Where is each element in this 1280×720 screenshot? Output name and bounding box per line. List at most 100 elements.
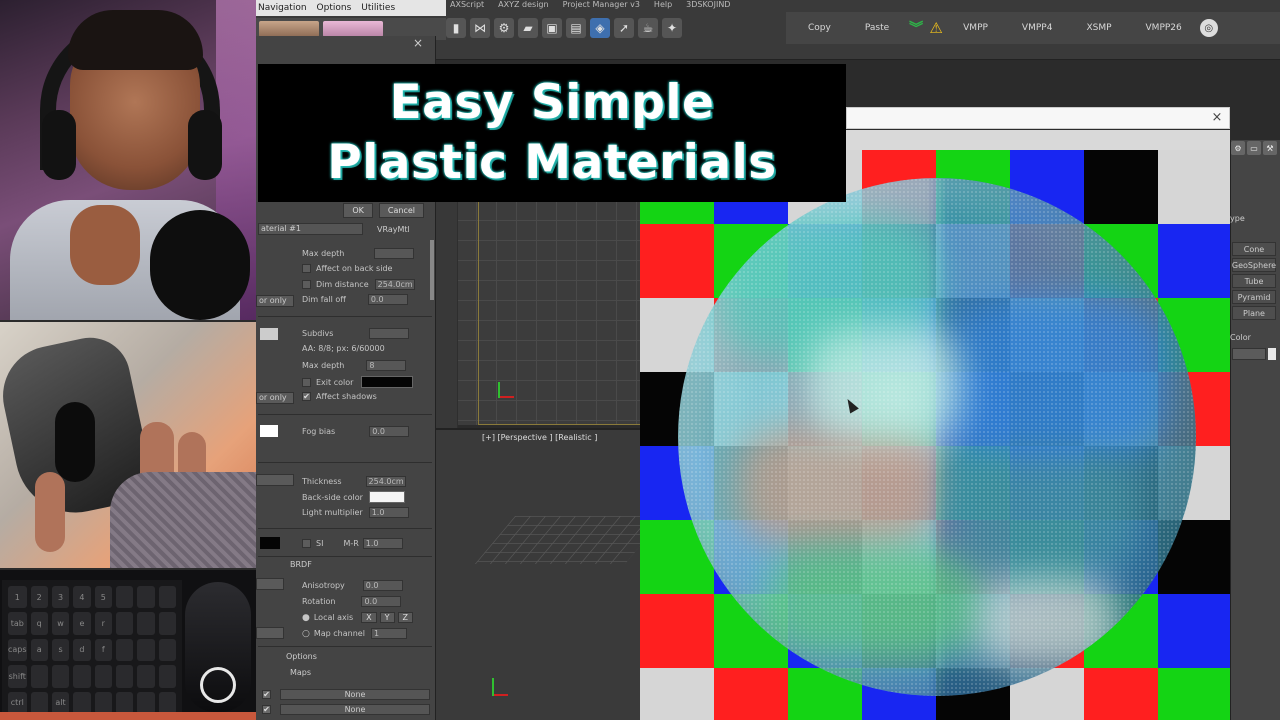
checker-tile: [1084, 668, 1158, 720]
maps-rollout[interactable]: Maps: [290, 668, 311, 677]
settings-icon[interactable]: ⚙: [1231, 141, 1245, 155]
map-slot-row: ✔ None: [262, 688, 430, 700]
refraction-mode-dropdown[interactable]: or only: [256, 392, 294, 404]
radio-map-channel-icon[interactable]: ○: [302, 629, 310, 639]
merge-icon[interactable]: ⋈: [470, 18, 490, 38]
menu-axyz[interactable]: AXYZ design: [498, 0, 548, 10]
reflection-mode-dropdown[interactable]: or only: [256, 295, 294, 307]
brdf-glossy-dropdown[interactable]: [256, 627, 284, 639]
object-name-field[interactable]: [1232, 348, 1266, 360]
menu-navigation[interactable]: Navigation: [258, 3, 307, 13]
utilities-icon[interactable]: ⚒: [1263, 141, 1277, 155]
create-cone-button[interactable]: Cone: [1232, 242, 1276, 256]
exit-color-checkbox[interactable]: [302, 377, 311, 387]
copy-button[interactable]: Copy: [792, 17, 847, 39]
map-slot-button[interactable]: None: [280, 688, 430, 700]
design-icon[interactable]: ⚙: [494, 18, 514, 38]
vmpp26-button[interactable]: VMPP26: [1130, 17, 1198, 39]
wand-icon[interactable]: ✦: [662, 18, 682, 38]
map-enable-checkbox[interactable]: ✔: [262, 689, 271, 699]
mr-spinner[interactable]: 1.0: [362, 538, 403, 549]
light-mult-spinner[interactable]: 1.0: [368, 507, 409, 518]
render-icon[interactable]: ◎: [1199, 19, 1218, 37]
refr-max-depth-spinner[interactable]: 8: [366, 360, 407, 371]
dim-distance-spinner[interactable]: 254.0cm: [374, 279, 415, 290]
keyboard-key: 3: [51, 586, 70, 609]
refl-max-depth-spinner[interactable]: [374, 248, 415, 259]
map-enable-checkbox[interactable]: ✔: [262, 704, 271, 714]
si-color-swatch[interactable]: [260, 537, 280, 549]
display-icon[interactable]: ▤: [566, 18, 586, 38]
xsmp-button[interactable]: XSMP: [1070, 17, 1127, 39]
render-frame-canvas[interactable]: [640, 130, 1230, 720]
headphone-right-cup: [188, 110, 222, 180]
script-icon[interactable]: ▮: [446, 18, 466, 38]
create-pyramid-button[interactable]: Pyramid: [1232, 290, 1276, 304]
folder-icon[interactable]: ▰: [518, 18, 538, 38]
image-icon[interactable]: ▣: [542, 18, 562, 38]
create-tube-button[interactable]: Tube: [1232, 274, 1276, 288]
chevron-down-icon[interactable]: ︾: [907, 19, 925, 37]
sample-slot[interactable]: [259, 21, 319, 37]
material-type-button[interactable]: VRayMtl: [367, 225, 410, 234]
menu-options[interactable]: Options: [317, 3, 352, 13]
material-name-row: aterial #1 VRayMtl: [256, 222, 436, 236]
object-color-swatch[interactable]: [1268, 348, 1276, 360]
render-window-titlebar[interactable]: [846, 107, 1230, 129]
radio-local-axis-icon[interactable]: ●: [302, 613, 310, 623]
exit-color-swatch[interactable]: [361, 376, 414, 388]
axis-y-button[interactable]: Y: [379, 612, 395, 623]
ok-button[interactable]: OK: [343, 202, 373, 218]
fog-color-swatch[interactable]: [260, 425, 278, 437]
panel-scrollbar[interactable]: [430, 240, 434, 300]
options-rollout[interactable]: Options: [286, 652, 317, 661]
axis-x-button[interactable]: X: [361, 612, 377, 623]
keyboard: 1 2 3 4 5 tab q w e r caps a s d f shift ctrl alt: [2, 580, 182, 720]
menu-help[interactable]: Help: [654, 0, 672, 10]
affect-back-checkbox[interactable]: [302, 264, 311, 273]
dim-distance-checkbox[interactable]: [302, 280, 311, 289]
cube-icon[interactable]: ◈: [590, 18, 610, 38]
brdf-header[interactable]: BRDF: [290, 560, 312, 569]
create-geosphere-button[interactable]: GeoSphere: [1232, 258, 1276, 272]
rotation-spinner[interactable]: 0.0: [361, 596, 402, 607]
dim-falloff-spinner[interactable]: 0.0: [367, 294, 408, 305]
close-icon[interactable]: ×: [1210, 110, 1224, 125]
display-icon[interactable]: ▭: [1247, 141, 1261, 155]
warning-icon[interactable]: ⚠: [927, 19, 945, 37]
axis-z-button[interactable]: Z: [397, 612, 414, 623]
vmpp4-button[interactable]: VMPP4: [1006, 17, 1069, 39]
si-checkbox[interactable]: [302, 539, 311, 548]
fog-bias-spinner[interactable]: 0.0: [369, 426, 410, 437]
affect-shadows-checkbox[interactable]: ✔: [302, 392, 311, 401]
material-name-field[interactable]: aterial #1: [258, 223, 363, 235]
thickness-spinner[interactable]: 254.0cm: [365, 476, 406, 487]
brdf-type-dropdown[interactable]: [256, 578, 284, 590]
paste-button[interactable]: Paste: [849, 17, 905, 39]
menu-3dsko[interactable]: 3DSKOJIND: [686, 0, 730, 10]
kettle-icon[interactable]: ☕: [638, 18, 658, 38]
refr-max-depth-row: Max depth 8: [302, 360, 407, 371]
map-slot-button[interactable]: None: [280, 703, 430, 715]
refraction-swatch[interactable]: [260, 328, 278, 340]
checker-tile: [640, 224, 714, 298]
cancel-button[interactable]: Cancel: [378, 202, 424, 218]
perspective-viewport-label[interactable]: [+] [Perspective ] [Realistic ]: [482, 433, 597, 442]
keyboard-key: [115, 691, 134, 714]
menu-utilities[interactable]: Utilities: [361, 3, 395, 13]
divider: [258, 414, 432, 415]
arrow-icon[interactable]: ➚: [614, 18, 634, 38]
sample-slot[interactable]: [323, 21, 383, 37]
subdivs-spinner[interactable]: [369, 328, 410, 339]
translucency-dropdown[interactable]: [256, 474, 294, 486]
create-plane-button[interactable]: Plane: [1232, 306, 1276, 320]
anisotropy-spinner[interactable]: 0.0: [362, 580, 403, 591]
menu-axscript[interactable]: AXScript: [450, 0, 484, 10]
backside-color-swatch[interactable]: [368, 491, 405, 503]
vmpp-button[interactable]: VMPP: [947, 17, 1004, 39]
menu-project-manager[interactable]: Project Manager v3: [563, 0, 640, 10]
perspective-viewport[interactable]: [436, 428, 640, 720]
map-channel-spinner[interactable]: 1: [370, 628, 407, 639]
mouse-logo-ring: [200, 667, 236, 703]
close-icon[interactable]: ×: [411, 36, 425, 50]
